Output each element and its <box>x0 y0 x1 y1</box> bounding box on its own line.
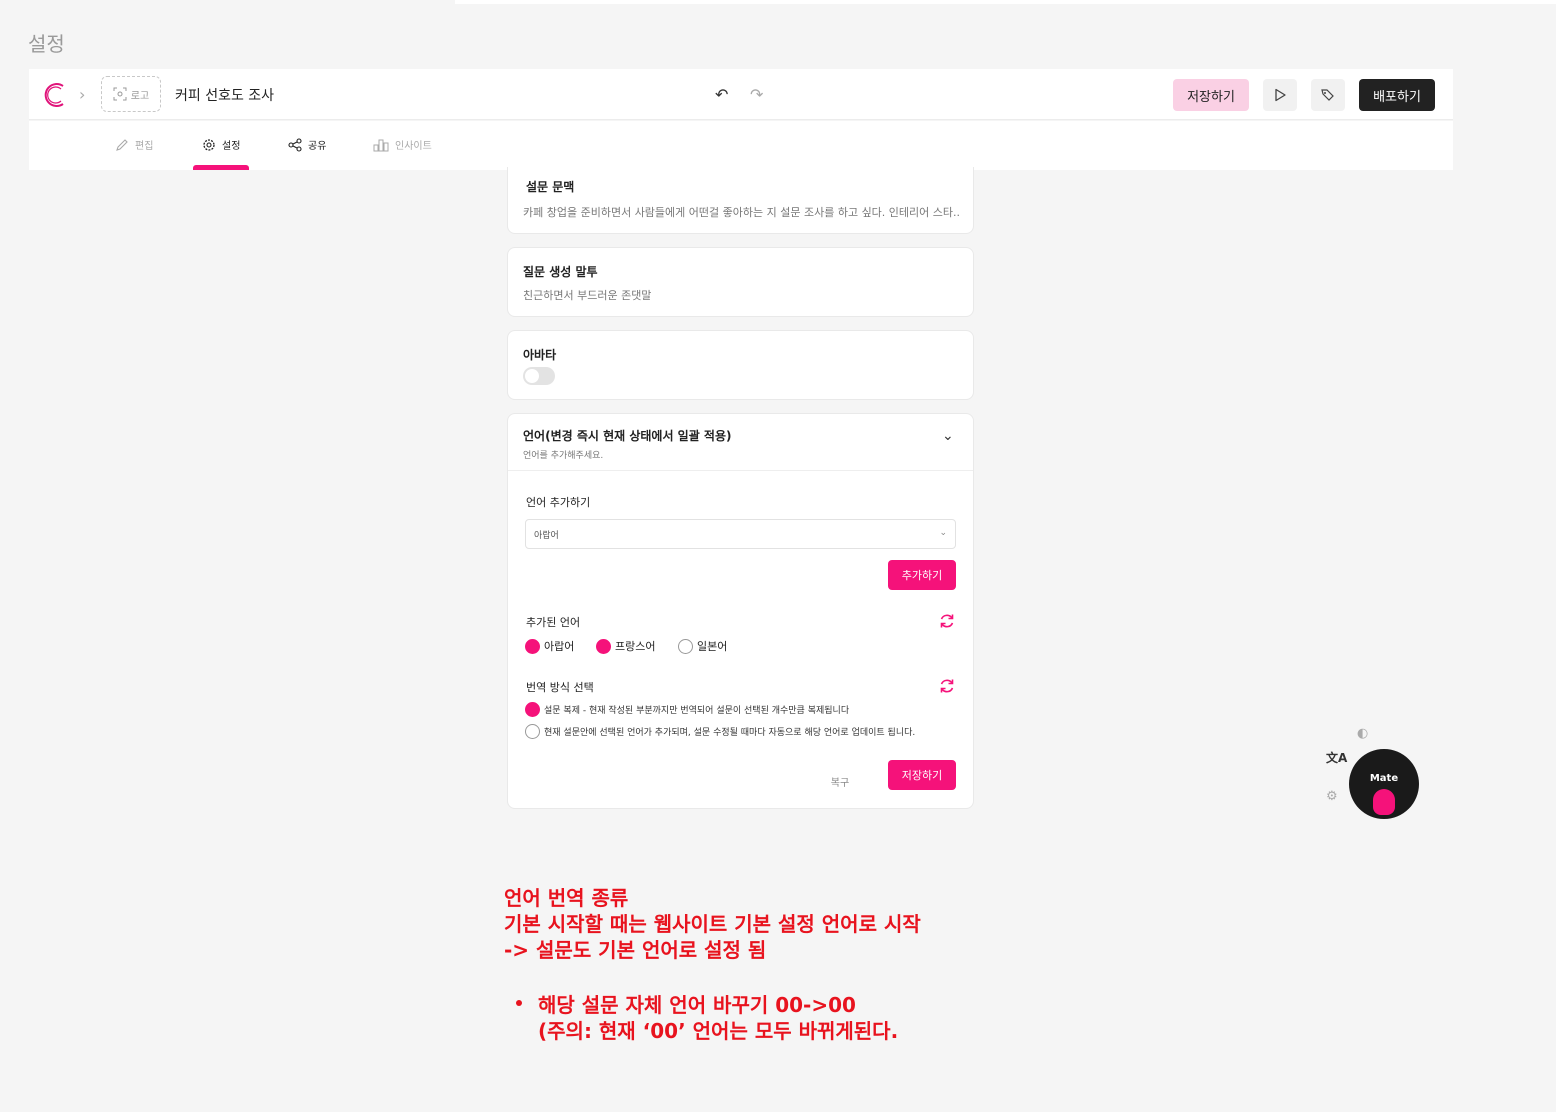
language-card-subtitle: 언어를 추가해주세요. <box>523 451 604 461</box>
chevron-down-icon: ⌄ <box>939 528 947 538</box>
tag-button[interactable] <box>1311 79 1345 111</box>
chevron-right-icon: › <box>79 85 86 104</box>
card-title: 설문 문맥 <box>526 180 575 194</box>
app-header: › 로고 커피 선호도 조사 ↶ ↷ 저장하기 배포하기 <box>29 69 1453 120</box>
tag-icon <box>1321 89 1334 101</box>
mate-character-icon <box>1373 789 1395 815</box>
radio-checked <box>525 638 540 654</box>
annotation-line: 기본 시작할 때는 웹사이트 기본 설정 언어로 시작 <box>504 912 921 936</box>
translate-icon[interactable]: 文A <box>1326 749 1347 766</box>
method-duplicate-option[interactable]: 설문 복제 - 현재 작성된 부분까지만 번역되어 설문이 선택된 개수만큼 복… <box>525 702 849 717</box>
added-language-label: 아랍어 <box>544 640 575 653</box>
pencil-icon <box>116 138 128 151</box>
added-language-label: 프랑스어 <box>615 640 656 653</box>
save-language-button[interactable]: 저장하기 <box>888 760 956 790</box>
annotation-line: -> 설문도 기본 언어로 설정 됨 <box>504 938 767 962</box>
refresh-icon[interactable] <box>938 677 956 695</box>
image-scan-icon <box>113 87 127 101</box>
language-select[interactable]: 아랍어 ⌄ <box>525 519 956 549</box>
annotation-bullet <box>516 1000 522 1006</box>
tab-bar: 편집 설정 공유 인사이트 <box>29 121 1453 170</box>
added-language-french[interactable]: 프랑스어 <box>596 638 655 654</box>
page-label: 설정 <box>28 32 65 56</box>
tab-label: 편집 <box>135 141 154 152</box>
logo-upload-box[interactable]: 로고 <box>101 76 161 112</box>
tab-label: 설정 <box>222 141 241 152</box>
annotation-line: (주의: 현재 ‘00’ 언어는 모두 바뀌게된다. <box>538 1019 899 1043</box>
mate-assistant-button[interactable]: Mate <box>1349 749 1419 819</box>
add-language-button[interactable]: 추가하기 <box>888 560 956 590</box>
question-tone-value: 친근하면서 부드러운 존댓말 <box>523 289 652 302</box>
tab-label: 인사이트 <box>395 141 432 152</box>
share-icon <box>288 137 302 152</box>
language-select-value: 아랍어 <box>534 530 559 541</box>
translation-method-label: 번역 방식 선택 <box>526 681 594 694</box>
card-title: 언어(변경 즉시 현재 상태에서 일괄 적용) <box>523 429 732 443</box>
document-title[interactable]: 커피 선호도 조사 <box>175 85 274 105</box>
survey-context-card[interactable]: 설문 문맥 카페 창업을 준비하면서 사람들에게 어떤걸 좋아하는 지 설문 조… <box>507 167 974 234</box>
brand-logo-icon[interactable] <box>41 81 69 109</box>
preview-button[interactable] <box>1263 79 1297 111</box>
active-tab-indicator <box>193 165 249 170</box>
tab-share[interactable]: 공유 <box>288 137 326 152</box>
top-divider <box>455 0 1556 4</box>
tab-label: 공유 <box>308 141 327 152</box>
method-label: 현재 설문안에 선택된 언어가 추가되며, 설문 수정될 때마다 자동으로 해당… <box>544 728 916 738</box>
undo-icon[interactable]: ↶ <box>715 85 728 104</box>
tab-edit[interactable]: 편집 <box>115 137 153 152</box>
tab-insight[interactable]: 인사이트 <box>373 137 432 152</box>
gear-icon <box>203 138 215 151</box>
refresh-icon[interactable] <box>938 612 956 630</box>
added-language-label: 일본어 <box>697 640 728 653</box>
language-card-header[interactable]: 언어(변경 즉시 현재 상태에서 일괄 적용) 언어를 추가해주세요. ⌄ <box>508 414 973 471</box>
survey-context-value: 카페 창업을 준비하면서 사람들에게 어떤걸 좋아하는 지 설문 조사를 하고 … <box>523 206 961 219</box>
card-title: 아바타 <box>523 348 557 362</box>
method-label: 설문 복제 - 현재 작성된 부분까지만 번역되어 설문이 선택된 개수만큼 복… <box>544 706 850 716</box>
mate-label: Mate <box>1369 773 1399 784</box>
question-tone-card[interactable]: 질문 생성 말투 친근하면서 부드러운 존댓말 <box>507 247 974 317</box>
logo-box-label: 로고 <box>130 90 150 102</box>
added-language-japanese[interactable]: 일본어 <box>678 638 727 654</box>
added-languages-label: 추가된 언어 <box>526 616 581 629</box>
card-title: 질문 생성 말투 <box>523 265 598 279</box>
radio-checked <box>525 702 540 717</box>
method-auto-update-option[interactable]: 현재 설문안에 선택된 언어가 추가되며, 설문 수정될 때마다 자동으로 해당… <box>525 724 915 739</box>
save-button[interactable]: 저장하기 <box>1173 79 1249 111</box>
language-card: 언어(변경 즉시 현재 상태에서 일괄 적용) 언어를 추가해주세요. ⌄ 언어… <box>507 413 974 809</box>
bar-chart-icon <box>373 139 389 151</box>
palette-icon[interactable]: ◐ <box>1357 726 1368 741</box>
app-frame: › 로고 커피 선호도 조사 ↶ ↷ 저장하기 배포하기 편집 설정 공유 인사… <box>29 69 1453 851</box>
add-language-label: 언어 추가하기 <box>526 496 591 509</box>
added-language-arabic[interactable]: 아랍어 <box>525 638 574 654</box>
chevron-down-icon[interactable]: ⌄ <box>942 428 954 444</box>
annotation-line: 언어 번역 종류 <box>504 886 629 910</box>
tab-settings[interactable]: 설정 <box>202 137 240 152</box>
reset-button[interactable]: 복구 <box>818 769 862 793</box>
avatar-card: 아바타 <box>507 330 974 400</box>
play-icon <box>1275 88 1286 102</box>
settings-icon[interactable]: ⚙ <box>1326 789 1338 804</box>
radio-checked <box>596 638 611 654</box>
deploy-button[interactable]: 배포하기 <box>1359 79 1435 111</box>
radio-unchecked <box>525 724 540 739</box>
annotation-line: 해당 설문 자체 언어 바꾸기 00->00 <box>538 993 856 1017</box>
radio-unchecked <box>678 638 693 654</box>
avatar-toggle[interactable] <box>523 367 555 385</box>
redo-icon[interactable]: ↷ <box>750 85 763 104</box>
